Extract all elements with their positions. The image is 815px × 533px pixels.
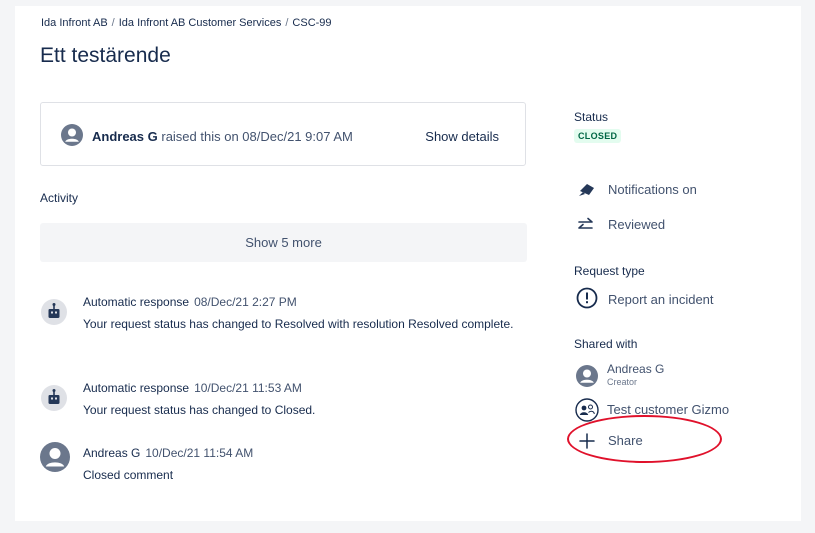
user-avatar-icon xyxy=(40,442,70,472)
organization-icon xyxy=(575,398,599,422)
notification-bell-icon xyxy=(579,184,594,196)
plus-icon xyxy=(579,433,595,449)
status-label: Status xyxy=(574,110,609,124)
breadcrumb-org[interactable]: Ida Infront AB xyxy=(41,17,108,29)
exclamation-circle-icon xyxy=(576,287,598,309)
breadcrumb-separator: / xyxy=(285,17,289,29)
arrows-swap-icon xyxy=(578,217,593,229)
raised-by-text: Andreas G raised this on 08/Dec/21 9:07 … xyxy=(92,129,353,144)
activity-time: 10/Dec/21 11:54 AM xyxy=(145,446,254,460)
activity-time: 10/Dec/21 11:53 AM xyxy=(194,381,302,395)
reviewed-label: Reviewed xyxy=(608,217,666,232)
shared-person-name: Andreas G xyxy=(607,362,665,376)
activity-body: Your request status has changed to Close… xyxy=(83,403,316,417)
robot-icon xyxy=(41,385,67,411)
breadcrumb-separator: / xyxy=(111,17,115,29)
activity-body: Your request status has changed to Resol… xyxy=(83,317,514,331)
user-avatar-icon xyxy=(576,365,598,387)
activity-author: Automatic response xyxy=(83,295,190,309)
share-label: Share xyxy=(608,433,643,448)
show-more-button[interactable]: Show 5 more xyxy=(40,223,527,262)
activity-time: 08/Dec/21 2:27 PM xyxy=(194,295,297,309)
shared-with-label: Shared with xyxy=(574,337,638,351)
page-title: Ett testärende xyxy=(40,44,171,67)
robot-icon xyxy=(41,299,67,325)
shared-person-name: Test customer Gizmo xyxy=(607,402,730,417)
request-card xyxy=(15,6,801,521)
notifications-label: Notifications on xyxy=(608,182,697,197)
request-type-text: Report an incident xyxy=(608,292,714,307)
activity-body: Closed comment xyxy=(83,468,174,482)
reporter-name: Andreas G xyxy=(92,129,158,144)
breadcrumb-issue-key[interactable]: CSC-99 xyxy=(292,17,331,29)
breadcrumb: Ida Infront AB / Ida Infront AB Customer S… xyxy=(41,17,332,29)
request-type-label: Request type xyxy=(574,264,645,278)
activity-author: Automatic response xyxy=(83,381,190,395)
status-badge: CLOSED xyxy=(574,129,622,143)
raised-on-text: raised this on 08/Dec/21 9:07 AM xyxy=(157,129,353,144)
raised-by-panel: Andreas G raised this on 08/Dec/21 9:07 … xyxy=(40,102,526,166)
show-details-button[interactable]: Show details xyxy=(425,129,499,144)
breadcrumb-service-desk[interactable]: Ida Infront AB Customer Services xyxy=(119,17,282,29)
shared-person-role: Creator xyxy=(607,377,638,387)
activity-heading: Activity xyxy=(40,191,79,205)
user-avatar-icon xyxy=(61,124,83,146)
activity-author: Andreas G xyxy=(83,446,141,460)
